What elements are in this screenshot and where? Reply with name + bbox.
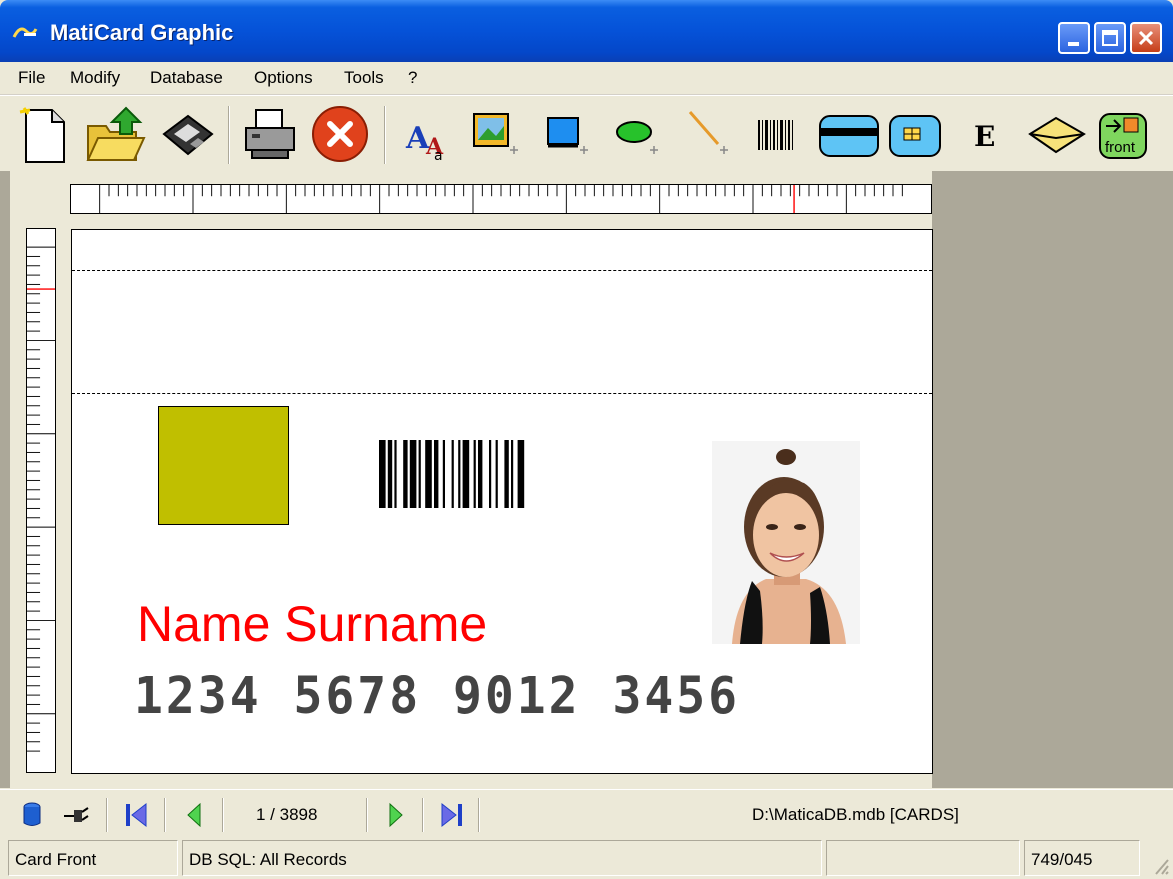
toolbar: A A a E front bbox=[0, 95, 1173, 172]
status-bar: Card Front DB SQL: All Records 749/045 bbox=[0, 836, 1173, 879]
card-side-button[interactable]: front bbox=[1098, 104, 1154, 164]
nav-separator bbox=[222, 798, 224, 832]
status-card-side: Card Front bbox=[8, 840, 178, 876]
resize-grip-icon[interactable] bbox=[1150, 854, 1170, 876]
connection-plug-icon[interactable] bbox=[62, 802, 90, 826]
line-tool-button[interactable] bbox=[684, 104, 740, 164]
close-button[interactable] bbox=[1130, 22, 1162, 54]
vertical-ruler[interactable] bbox=[26, 228, 56, 773]
save-disk-icon bbox=[162, 114, 214, 156]
rectangle-tool-icon bbox=[547, 117, 588, 154]
menu-modify[interactable]: Modify bbox=[70, 68, 120, 88]
image-tool-icon bbox=[473, 113, 518, 154]
database-path: D:\MaticaDB.mdb [CARDS] bbox=[752, 805, 959, 824]
card-canvas[interactable]: Name Surname 1234 5678 9012 3456 bbox=[71, 229, 933, 774]
print-icon bbox=[245, 109, 295, 159]
open-folder-icon bbox=[86, 106, 146, 161]
minimize-button[interactable] bbox=[1058, 22, 1090, 54]
record-navigation-bar: 1 / 3898 D:\MaticaDB.mdb [CARDS] bbox=[0, 789, 1173, 836]
ellipse-tool-icon bbox=[616, 121, 658, 154]
menu-database[interactable]: Database bbox=[150, 68, 223, 88]
toolbar-separator bbox=[228, 106, 230, 164]
menu-tools[interactable]: Tools bbox=[344, 68, 384, 88]
barcode-element[interactable] bbox=[379, 440, 629, 508]
save-button[interactable] bbox=[160, 104, 216, 164]
guide-line bbox=[72, 270, 932, 271]
menu-file[interactable]: File bbox=[18, 68, 45, 88]
status-code: 749/045 bbox=[1024, 840, 1140, 876]
nav-separator bbox=[106, 798, 108, 832]
envelope-icon bbox=[1028, 116, 1086, 154]
nav-separator bbox=[366, 798, 368, 832]
magnetic-stripe-icon bbox=[819, 115, 879, 157]
text-tool-icon: A A a bbox=[405, 121, 444, 164]
chip-card-icon bbox=[889, 115, 941, 157]
application-window: MatiCard Graphic File Modify Database Op… bbox=[0, 0, 1173, 879]
new-document-icon bbox=[19, 107, 65, 163]
nav-separator bbox=[478, 798, 480, 832]
maximize-icon bbox=[1102, 30, 1118, 46]
text-tool-button[interactable]: A A a bbox=[404, 104, 460, 164]
title-bar[interactable]: MatiCard Graphic bbox=[0, 0, 1173, 62]
barcode-tool-icon bbox=[758, 120, 793, 150]
rectangle-tool-button[interactable] bbox=[544, 104, 600, 164]
toolbar-separator bbox=[384, 106, 386, 164]
envelope-button[interactable] bbox=[1028, 104, 1086, 164]
photo-element[interactable] bbox=[712, 441, 860, 644]
ellipse-tool-button[interactable] bbox=[614, 104, 670, 164]
record-counter: 1 / 3898 bbox=[256, 805, 318, 824]
card-number-element[interactable]: 1234 5678 9012 3456 bbox=[134, 667, 740, 726]
delete-icon bbox=[312, 106, 368, 162]
window-title: MatiCard Graphic bbox=[50, 20, 234, 45]
last-record-icon[interactable] bbox=[440, 802, 464, 828]
card-side-label: front bbox=[1105, 139, 1136, 156]
guide-line bbox=[72, 393, 932, 394]
horizontal-ruler[interactable] bbox=[70, 184, 932, 214]
svg-text:a: a bbox=[434, 148, 443, 164]
barcode-tool-button[interactable] bbox=[754, 104, 810, 164]
rectangle-element[interactable] bbox=[158, 406, 289, 525]
nav-separator bbox=[164, 798, 166, 832]
maximize-button[interactable] bbox=[1094, 22, 1126, 54]
previous-record-icon[interactable] bbox=[184, 802, 204, 828]
next-record-icon[interactable] bbox=[386, 802, 406, 828]
first-record-icon[interactable] bbox=[124, 802, 148, 828]
magnetic-stripe-button[interactable] bbox=[818, 104, 879, 164]
status-empty-panel bbox=[826, 840, 1020, 876]
encode-button[interactable]: E bbox=[964, 104, 1020, 164]
close-icon bbox=[1138, 30, 1154, 46]
delete-button[interactable] bbox=[310, 104, 368, 164]
chip-card-button[interactable] bbox=[888, 104, 944, 164]
menu-bar: File Modify Database Options Tools ? bbox=[0, 62, 1173, 95]
new-button[interactable] bbox=[16, 104, 72, 164]
line-tool-icon bbox=[688, 111, 728, 154]
image-tool-button[interactable] bbox=[470, 104, 526, 164]
database-icon[interactable] bbox=[22, 802, 42, 828]
minimize-icon bbox=[1068, 42, 1079, 46]
print-button[interactable] bbox=[242, 104, 298, 164]
menu-options[interactable]: Options bbox=[254, 68, 313, 88]
encode-icon: E bbox=[974, 120, 996, 153]
status-query: DB SQL: All Records bbox=[182, 840, 822, 876]
maticard-logo-icon bbox=[12, 27, 38, 38]
open-button[interactable] bbox=[86, 104, 146, 164]
menu-help[interactable]: ? bbox=[408, 68, 417, 88]
name-text-element[interactable]: Name Surname bbox=[137, 595, 487, 653]
nav-separator bbox=[422, 798, 424, 832]
